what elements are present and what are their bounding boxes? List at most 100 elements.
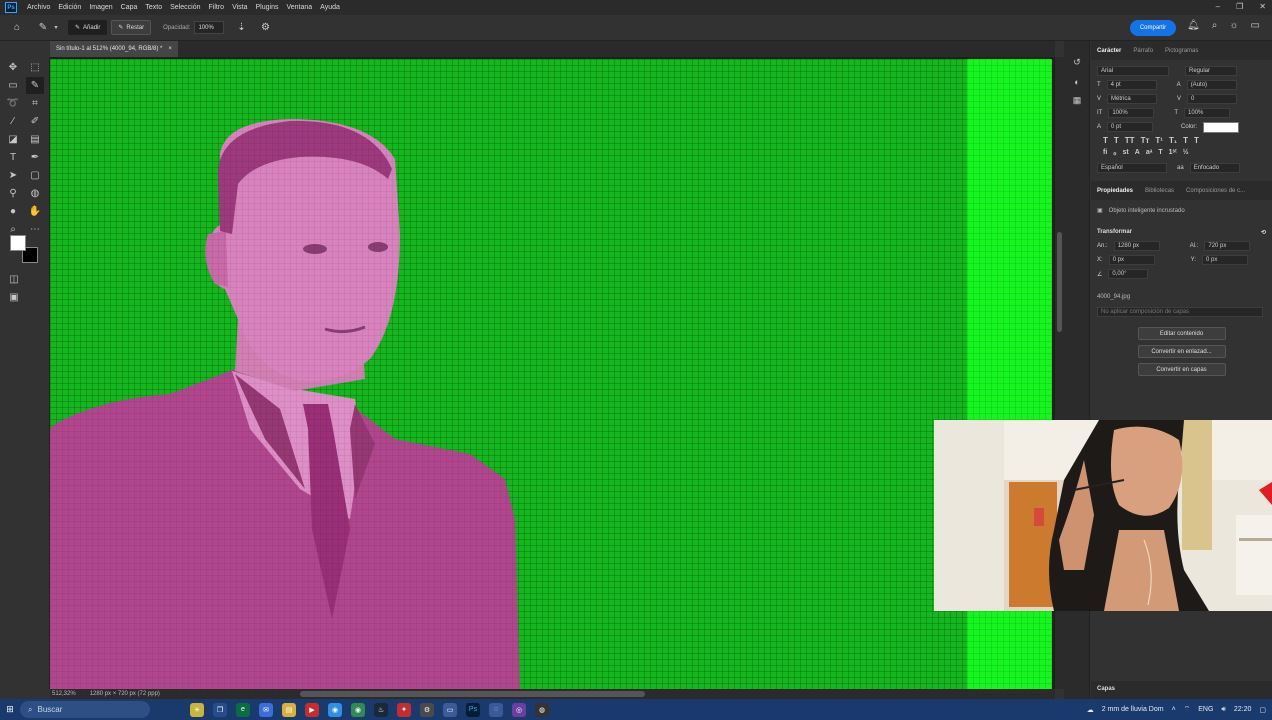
search-icon[interactable]: ⌕ (1212, 20, 1218, 31)
eraser-tool-icon[interactable]: ◪ (4, 131, 22, 148)
menu-filtro[interactable]: Filtro (205, 4, 229, 11)
canvas-area[interactable] (50, 57, 1055, 689)
notifications-icon[interactable]: ▢ (1259, 706, 1266, 714)
taskbar-search-box[interactable]: ⌕ Buscar (20, 701, 150, 718)
layer-comp-select[interactable]: No aplicar composición de capas (1097, 307, 1263, 317)
layers-panel-header[interactable]: Capas (1091, 681, 1272, 699)
y-field[interactable]: 0 px (1202, 255, 1249, 265)
horizontal-scale-field[interactable]: 100% (1184, 108, 1231, 118)
document-info[interactable]: 1280 px × 720 px (72 ppp) (90, 691, 160, 697)
foreground-color-swatch[interactable] (10, 235, 26, 251)
tracking-field[interactable]: 0 (1187, 94, 1238, 104)
stylistic-icon[interactable]: st (1123, 149, 1129, 157)
history-icon[interactable]: ↺ (1064, 53, 1090, 72)
steam-icon[interactable]: ♨ (374, 702, 388, 717)
tab-composiciones[interactable]: Composiciones de c... (1186, 188, 1245, 194)
close-window-icon[interactable]: ✕ (1259, 2, 1266, 11)
ordinals-icon[interactable]: aᵃ (1146, 149, 1153, 157)
file-explorer-icon[interactable]: ▤ (282, 702, 296, 717)
faux-bold-button[interactable]: T (1103, 136, 1108, 145)
maximize-icon[interactable]: ❐ (1236, 2, 1243, 11)
vertical-scroll-thumb[interactable] (1057, 232, 1062, 332)
menu-ventana[interactable]: Ventana (282, 4, 316, 11)
marquee-tool-icon[interactable]: ▭ (4, 77, 22, 94)
titling-icon[interactable]: T (1158, 149, 1162, 157)
network-icon[interactable]: ⌔ (1184, 705, 1191, 714)
weather-text[interactable]: 2 mm de lluvia Dom (1102, 706, 1164, 713)
media-app-icon[interactable]: ▶ (305, 702, 319, 717)
tab-parrafo[interactable]: Párrafo (1133, 48, 1153, 54)
menu-edicion[interactable]: Edición (54, 4, 85, 11)
close-tab-icon[interactable]: × (168, 46, 172, 52)
horizontal-scroll-thumb[interactable] (300, 691, 645, 697)
opacity-field[interactable]: 100% (194, 21, 225, 34)
menu-capa[interactable]: Capa (117, 4, 142, 11)
color-swatches[interactable] (10, 235, 40, 265)
widgets-icon[interactable]: ☀ (190, 702, 204, 717)
ligature-icon[interactable]: fi (1103, 149, 1107, 157)
obs-icon[interactable]: ◍ (535, 702, 549, 717)
tab-bibliotecas[interactable]: Bibliotecas (1145, 188, 1174, 194)
menu-plugins[interactable]: Plugins (252, 4, 283, 11)
volume-icon[interactable]: 🔊︎ (1221, 706, 1225, 714)
chrome-profile-icon[interactable]: ◉ (351, 702, 365, 717)
path-selection-tool-icon[interactable]: ➤ (4, 167, 22, 184)
fraction-icon[interactable]: ½ (1183, 149, 1189, 157)
tray-overflow-icon[interactable]: ˄ (1172, 706, 1176, 713)
font-family-select[interactable]: Arial (1097, 66, 1169, 76)
menu-archivo[interactable]: Archivo (23, 4, 54, 11)
document-tab[interactable]: Sin título-1 al 512% (4000_94, RGB/8) * … (50, 41, 178, 57)
adjustments-icon[interactable]: ◐ (1064, 72, 1090, 91)
vertical-scale-field[interactable]: 100% (1108, 108, 1155, 118)
brush-tool-icon[interactable]: ✐ (26, 113, 44, 130)
clock[interactable]: 22:20 (1234, 706, 1252, 713)
stamp-tool-icon[interactable]: ⚲ (4, 185, 22, 202)
artboard-tool-icon[interactable]: ⬚ (26, 59, 44, 76)
kerning-field[interactable]: Métrica (1107, 94, 1158, 104)
lasso-tool-icon[interactable]: ➰ (4, 95, 22, 112)
x-field[interactable]: 0 px (1108, 255, 1155, 265)
font-size-field[interactable]: 4 pt (1106, 80, 1157, 90)
mail-icon[interactable]: ✉ (259, 702, 273, 717)
chevron-down-icon[interactable]: ▾ (52, 19, 60, 37)
hand-tool-icon[interactable]: ✋ (26, 203, 44, 220)
menu-seleccion[interactable]: Selección (166, 4, 204, 11)
superscript-button[interactable]: T¹ (1155, 136, 1163, 145)
gradient-tool-icon[interactable]: ▤ (26, 131, 44, 148)
zoom-readout[interactable]: 512,32% (52, 691, 76, 697)
brightness-icon[interactable]: ☼ (1229, 20, 1238, 31)
subtract-from-selection-button[interactable]: ✎ Restar (111, 20, 152, 35)
input-language[interactable]: ENG (1198, 706, 1213, 713)
chrome-icon[interactable]: ◉ (328, 702, 342, 717)
quick-selection-tool-icon[interactable]: ✎ (26, 77, 44, 94)
leading-field[interactable]: (Auto) (1186, 80, 1237, 90)
language-select[interactable]: Español (1097, 163, 1167, 173)
text-color-swatch[interactable] (1203, 121, 1240, 133)
notepad-icon[interactable]: ▭ (443, 702, 457, 717)
blur-tool-icon[interactable]: ◍ (26, 185, 44, 202)
task-view-icon[interactable]: ❐ (213, 702, 227, 717)
small-caps-button[interactable]: Tт (1141, 136, 1150, 145)
photoshop-logo-icon[interactable]: Ps (5, 2, 17, 13)
move-tool-icon[interactable]: ✥ (4, 59, 22, 76)
app-icon-purple[interactable]: ◎ (512, 702, 526, 717)
contextual-icon[interactable]: A (1135, 149, 1140, 157)
eyedropper-tool-icon[interactable]: ⁄ (4, 113, 22, 130)
gear-icon[interactable]: ⚙ (256, 19, 274, 37)
width-field[interactable]: 1280 px (1113, 241, 1160, 251)
swash-icon[interactable]: ℴ (1113, 149, 1116, 157)
menu-ayuda[interactable]: Ayuda (316, 4, 344, 11)
screen-mode-icon[interactable]: ▣ (5, 289, 23, 306)
font-style-select[interactable]: Regular (1185, 66, 1237, 76)
menu-vista[interactable]: Vista (228, 4, 251, 11)
menu-texto[interactable]: Texto (141, 4, 166, 11)
convert-to-layers-button[interactable]: Convertir en capas (1137, 363, 1226, 376)
strikethrough-button[interactable]: T (1194, 136, 1199, 145)
record-app-icon[interactable]: ● (397, 702, 411, 717)
convert-to-linked-button[interactable]: Convertir en enlazad... (1137, 345, 1226, 358)
all-caps-button[interactable]: TT (1125, 136, 1135, 145)
tab-caracter[interactable]: Carácter (1097, 48, 1121, 54)
menu-imagen[interactable]: Imagen (85, 4, 116, 11)
pen-tool-icon[interactable]: ✒ (26, 149, 44, 166)
settings-app-icon[interactable]: ⚙ (420, 702, 434, 717)
